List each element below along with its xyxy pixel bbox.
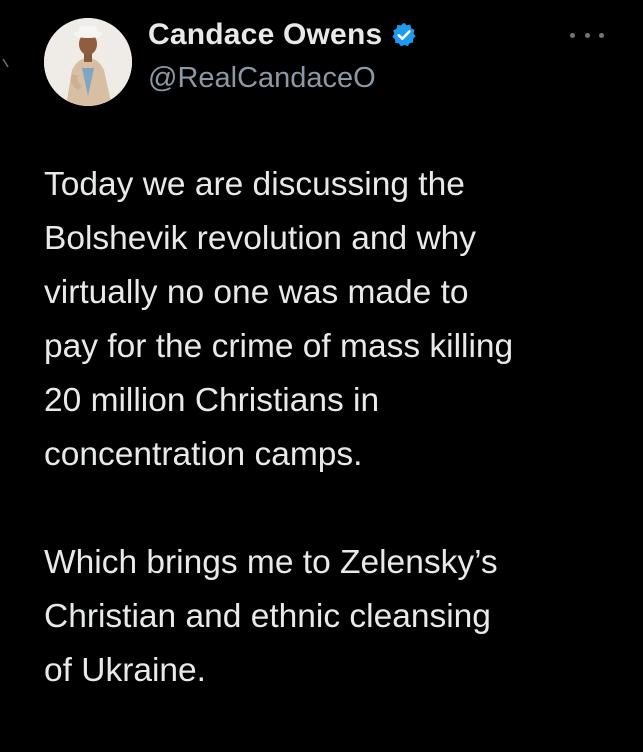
tweet-paragraph: Which brings me to Zelensky’s Christian …: [44, 544, 498, 689]
verified-badge-icon: [392, 22, 417, 47]
tweet-text: Today we are discussing the Bolshevik re…: [44, 158, 629, 752]
avatar-photo: [44, 18, 132, 106]
author-name-row[interactable]: Candace Owens: [148, 16, 418, 54]
more-dot-icon: [599, 32, 604, 38]
tweet-paragraph: Today we are discussing the Bolshevik re…: [44, 166, 514, 473]
tweet: Candace Owens @RealCandaceO Today we are…: [0, 0, 643, 717]
avatar[interactable]: [44, 18, 132, 106]
display-name[interactable]: Candace Owens: [148, 18, 382, 52]
more-dot-icon: [570, 32, 575, 38]
more-dot-icon: [584, 32, 590, 38]
more-options-button[interactable]: [570, 24, 604, 46]
edge-mark-icon: [2, 58, 9, 68]
author-handle[interactable]: @RealCandaceO: [148, 62, 376, 95]
